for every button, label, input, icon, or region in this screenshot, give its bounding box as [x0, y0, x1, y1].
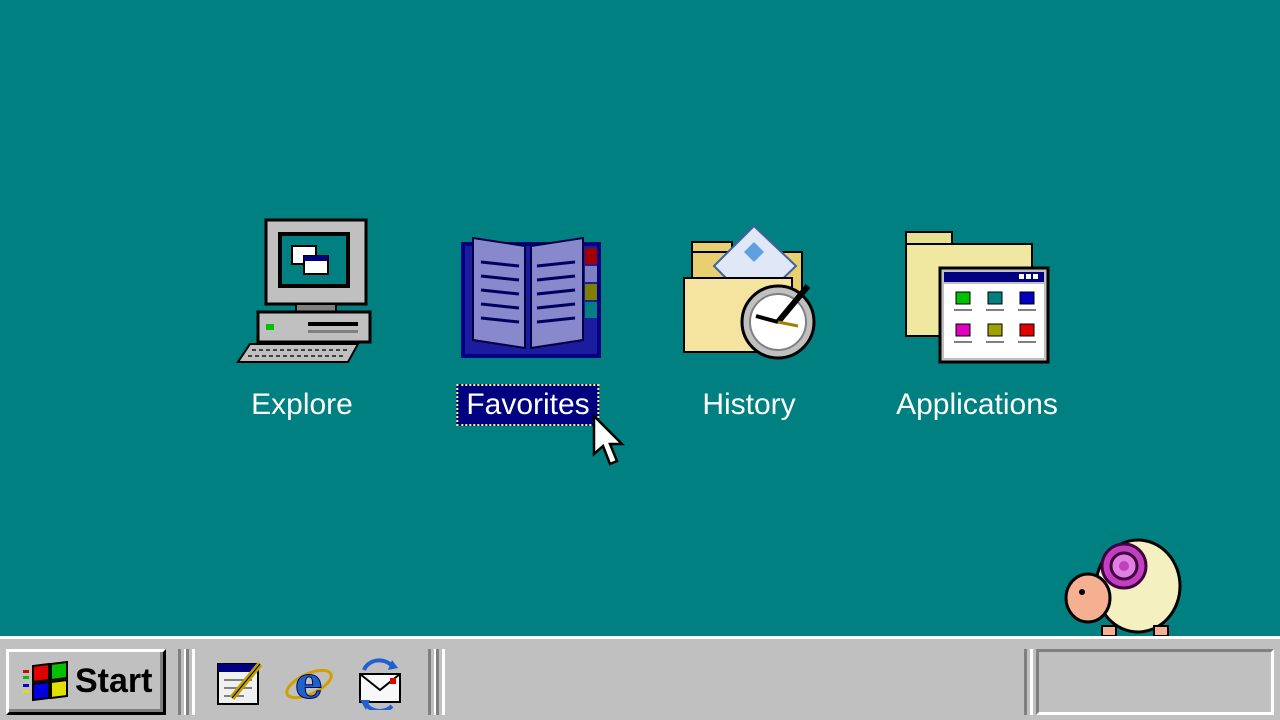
favorites-label: Favorites — [456, 384, 600, 426]
explore-desktop-icon[interactable]: Explore — [222, 216, 382, 426]
system-tray — [1036, 649, 1274, 715]
windows-logo-icon — [23, 660, 68, 702]
mouse-pointer-icon — [592, 414, 626, 466]
history-label: History — [702, 388, 796, 421]
folder-clock-icon — [683, 224, 816, 360]
internet-explorer-icon[interactable]: e — [282, 656, 336, 710]
computer-icon — [236, 218, 372, 363]
explore-label: Explore — [251, 388, 353, 421]
applications-folder-icon — [905, 231, 1050, 364]
sheep-assistant-icon[interactable] — [1058, 530, 1184, 640]
open-book-icon — [461, 236, 601, 358]
start-label: Start — [75, 662, 153, 700]
tray-divider — [1024, 649, 1033, 715]
task-area-grip[interactable] — [436, 649, 445, 715]
applications-label: Applications — [896, 388, 1058, 421]
edit-document-icon[interactable] — [212, 656, 266, 710]
favorites-desktop-icon[interactable]: Favorites — [446, 216, 610, 426]
quick-launch-grip[interactable] — [186, 649, 195, 715]
start-button[interactable]: Start — [6, 649, 166, 715]
history-desktop-icon[interactable]: History — [668, 216, 830, 426]
taskbar: Start — [0, 636, 1280, 720]
email-sync-icon[interactable] — [352, 656, 406, 710]
desktop: Explore Favorites History Applications — [0, 0, 1280, 637]
applications-desktop-icon[interactable]: Applications — [888, 216, 1066, 426]
svg-text:e: e — [295, 658, 323, 709]
